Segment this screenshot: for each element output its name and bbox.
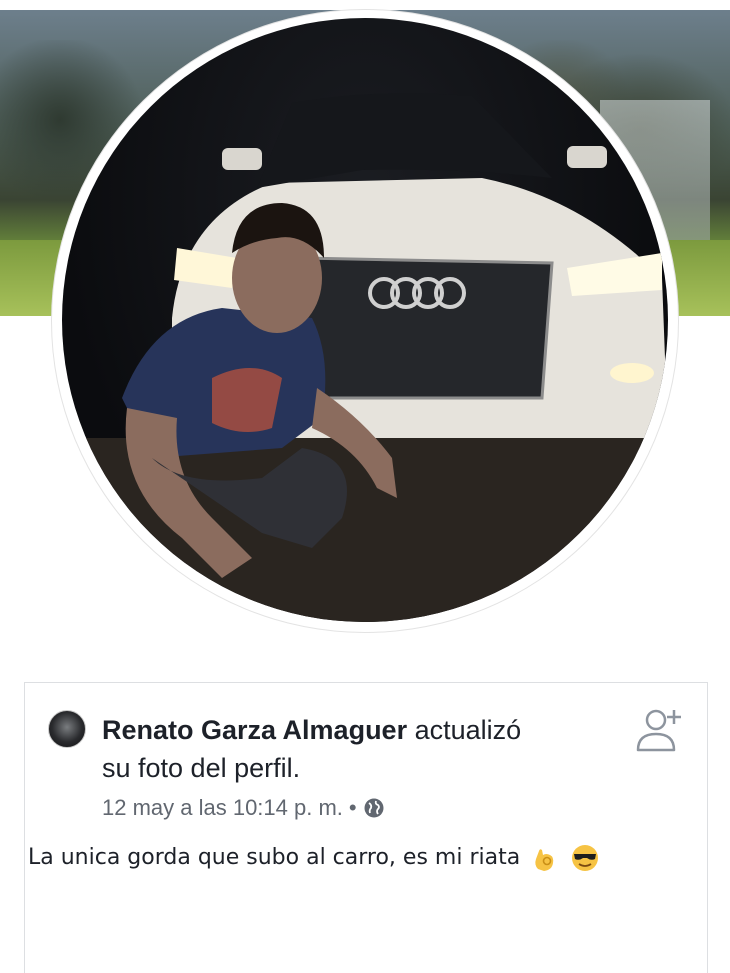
post-status: La unica gorda que subo al carro, es mi … xyxy=(28,842,600,874)
profile-picture[interactable] xyxy=(62,18,668,622)
globe-icon[interactable] xyxy=(363,797,385,819)
action-text-line1: actualizó xyxy=(407,715,522,745)
profile-picture-illustration xyxy=(62,93,668,622)
add-friend-icon[interactable] xyxy=(634,706,686,754)
author-avatar[interactable] xyxy=(48,710,86,748)
post-meta: 12 may a las 10:14 p. m. • xyxy=(102,793,385,823)
post-headline: Renato Garza Almaguer actualizó su foto … xyxy=(102,711,622,787)
status-text: La unica gorda que subo al carro, es mi … xyxy=(28,845,521,870)
action-text-line2: su foto del perfil. xyxy=(102,753,301,783)
meta-separator: • xyxy=(348,795,357,820)
ok-hand-emoji xyxy=(530,843,560,873)
post-timestamp[interactable]: 12 may a las 10:14 p. m. xyxy=(102,793,343,823)
sunglasses-face-emoji xyxy=(570,843,600,873)
author-name[interactable]: Renato Garza Almaguer xyxy=(102,715,407,745)
